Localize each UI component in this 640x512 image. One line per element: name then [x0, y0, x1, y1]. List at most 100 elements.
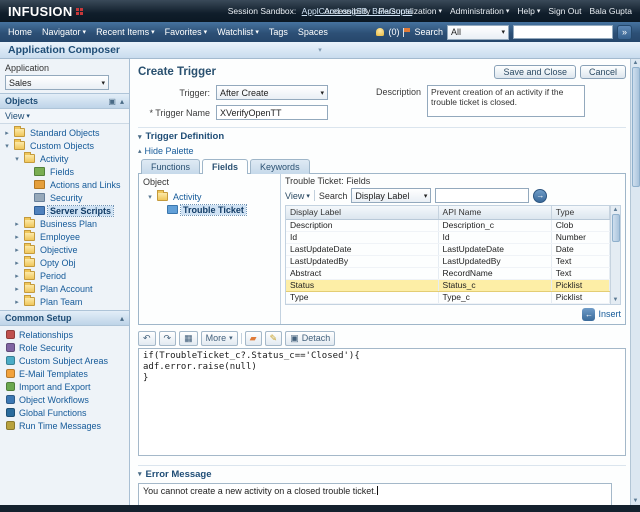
- eraser-icon[interactable]: ▰: [244, 330, 262, 346]
- tree-item-opty-obj[interactable]: ▸ Opty Obj: [0, 256, 129, 269]
- column-header-api-name[interactable]: API Name: [438, 206, 552, 220]
- undo-icon[interactable]: ↶: [138, 330, 156, 346]
- chevron-right-icon[interactable]: ▸: [13, 272, 21, 280]
- chevron-right-icon[interactable]: ▸: [13, 298, 21, 306]
- objects-panel-header[interactable]: Objects ▣ ▴: [0, 93, 129, 109]
- notification-count[interactable]: (0): [388, 27, 399, 37]
- tab-fields[interactable]: Fields: [202, 159, 249, 174]
- chevron-down-icon[interactable]: ▾: [3, 142, 11, 150]
- sidebar-item-import-and-export[interactable]: Import and Export: [0, 380, 129, 393]
- table-row[interactable]: Type Type_c Picklist: [286, 291, 611, 304]
- sidebar-item-global-functions[interactable]: Global Functions: [0, 406, 129, 419]
- table-row[interactable]: Status Status_c Picklist: [286, 279, 611, 292]
- chevron-down-icon[interactable]: ▾: [13, 155, 21, 163]
- tree-item-period[interactable]: ▸ Period: [0, 269, 129, 282]
- table-row[interactable]: LastUpdatedBy LastUpdatedBy Text: [286, 255, 611, 268]
- table-row[interactable]: Abstract RecordName Text: [286, 267, 611, 280]
- description-textarea[interactable]: Prevent creation of an activity if the t…: [427, 85, 586, 117]
- redo-icon[interactable]: ↷: [158, 330, 177, 346]
- topbar-link-help[interactable]: Help ▾: [517, 6, 540, 16]
- nav-item-watchlist[interactable]: Watchlist ▾: [217, 27, 259, 37]
- scrollbar-thumb[interactable]: [631, 67, 640, 187]
- panel-detach-icon[interactable]: ▣: [108, 97, 116, 106]
- nav-item-navigator[interactable]: Navigator ▾: [42, 27, 86, 37]
- chevron-down-icon[interactable]: ▾: [146, 193, 154, 201]
- tab-functions[interactable]: Functions: [141, 159, 201, 174]
- common-setup-header[interactable]: Common Setup ▴: [0, 310, 129, 326]
- sidebar-item-object-workflows[interactable]: Object Workflows: [0, 393, 129, 406]
- error-message-textarea[interactable]: You cannot create a new activity on a cl…: [138, 482, 612, 505]
- chevron-right-icon[interactable]: ▸: [13, 259, 21, 267]
- nav-item-recent-items[interactable]: Recent Items ▾: [96, 27, 155, 37]
- insert-button[interactable]: Insert: [598, 309, 621, 319]
- sidebar-item-custom-subject-areas[interactable]: Custom Subject Areas: [0, 354, 129, 367]
- panel-collapse-icon[interactable]: ▴: [120, 97, 124, 106]
- tree-item-server-scripts[interactable]: Server Scripts: [0, 204, 129, 217]
- search-scope-select[interactable]: All ▾: [447, 24, 509, 40]
- trigger-type-select[interactable]: After Create ▾: [216, 85, 328, 100]
- scrollbar-thumb[interactable]: [611, 214, 620, 242]
- collapse-section-icon[interactable]: ▾: [138, 470, 142, 478]
- global-search-input[interactable]: [513, 25, 613, 39]
- global-search-go-button[interactable]: »: [617, 24, 632, 40]
- tree-item-actions-and-links[interactable]: Actions and Links: [0, 178, 129, 191]
- application-select[interactable]: Sales ▾: [5, 75, 109, 90]
- table-row[interactable]: Id Id Number: [286, 231, 611, 244]
- hide-palette-link[interactable]: ▴ Hide Palette: [138, 146, 626, 156]
- tree-item-custom-objects[interactable]: ▾ Custom Objects: [0, 139, 129, 152]
- scroll-up-icon[interactable]: ▲: [613, 207, 619, 213]
- field-search-input[interactable]: [435, 188, 530, 203]
- tree-item-plan-account[interactable]: ▸ Plan Account: [0, 282, 129, 295]
- chevron-right-icon[interactable]: ▸: [13, 233, 21, 241]
- page-scrollbar[interactable]: ▲ ▼: [630, 59, 640, 505]
- notifications-icon[interactable]: [376, 28, 385, 36]
- sidebar-item-relationships[interactable]: Relationships: [0, 328, 129, 341]
- chevron-right-icon[interactable]: ▸: [13, 285, 21, 293]
- code-editor[interactable]: if(TroubleTicket_c?.Status_c=='Closed'){…: [138, 347, 626, 456]
- topbar-link-sign-out[interactable]: Sign Out: [548, 6, 581, 16]
- sidebar-item-role-security[interactable]: Role Security: [0, 341, 129, 354]
- cancel-button[interactable]: Cancel: [579, 65, 626, 79]
- tree-item-standard-objects[interactable]: ▸ Standard Objects: [0, 126, 129, 139]
- collapse-header-handle-icon[interactable]: ▾: [318, 46, 322, 54]
- tree-item-fields[interactable]: Fields: [0, 165, 129, 178]
- chevron-right-icon[interactable]: ▸: [13, 220, 21, 228]
- trigger-definition-section-header[interactable]: ▾ Trigger Definition: [138, 127, 626, 142]
- collapse-section-icon[interactable]: ▾: [138, 133, 142, 141]
- sidebar-item-run-time-messages[interactable]: Run Time Messages: [0, 419, 129, 432]
- chevron-right-icon[interactable]: ▸: [13, 246, 21, 254]
- topbar-link-administration[interactable]: Administration ▾: [450, 6, 509, 16]
- scroll-up-icon[interactable]: ▲: [633, 60, 639, 66]
- flag-icon[interactable]: [403, 27, 411, 37]
- pencil-icon[interactable]: ✎: [264, 330, 283, 346]
- table-view-menu[interactable]: View ▾: [285, 191, 310, 201]
- nav-item-home[interactable]: Home: [8, 27, 32, 37]
- nav-item-tags[interactable]: Tags: [269, 27, 288, 37]
- grid-icon[interactable]: ▦: [179, 330, 198, 346]
- scroll-down-icon[interactable]: ▼: [613, 297, 619, 303]
- panel-collapse-icon[interactable]: ▴: [120, 314, 124, 323]
- tree-item-employee[interactable]: ▸ Employee: [0, 230, 129, 243]
- tree-item-security[interactable]: Security: [0, 191, 129, 204]
- tab-keywords[interactable]: Keywords: [250, 159, 310, 174]
- scroll-down-icon[interactable]: ▼: [633, 498, 639, 504]
- search-go-button[interactable]: →: [533, 188, 548, 203]
- table-scrollbar[interactable]: ▲ ▼: [610, 206, 620, 304]
- error-message-section-header[interactable]: ▾ Error Message: [138, 464, 626, 480]
- nav-item-favorites[interactable]: Favorites ▾: [165, 27, 208, 37]
- session-sandbox-link[interactable]: ApplCoreLongSB_BalaGupta: [302, 6, 413, 16]
- table-row[interactable]: LastUpdateDate LastUpdateDate Date: [286, 243, 611, 256]
- tree-item-trouble-ticket[interactable]: Trouble Ticket: [143, 203, 276, 216]
- tree-item-plan-team[interactable]: ▸ Plan Team: [0, 295, 129, 308]
- sidebar-item-e-mail-templates[interactable]: E-Mail Templates: [0, 367, 129, 380]
- tree-item-business-plan[interactable]: ▸ Business Plan: [0, 217, 129, 230]
- table-row[interactable]: Description Description_c Clob: [286, 219, 611, 232]
- search-column-select[interactable]: Display Label ▾: [351, 188, 432, 203]
- tree-item-activity[interactable]: ▾ Activity: [143, 190, 276, 203]
- chevron-right-icon[interactable]: ▸: [3, 129, 11, 137]
- objects-view-menu[interactable]: View ▾: [0, 109, 129, 124]
- tree-item-activity[interactable]: ▾ Activity: [0, 152, 129, 165]
- detach-button[interactable]: ▣ Detach: [285, 330, 336, 346]
- trigger-name-input[interactable]: [216, 105, 328, 120]
- tree-item-objective[interactable]: ▸ Objective: [0, 243, 129, 256]
